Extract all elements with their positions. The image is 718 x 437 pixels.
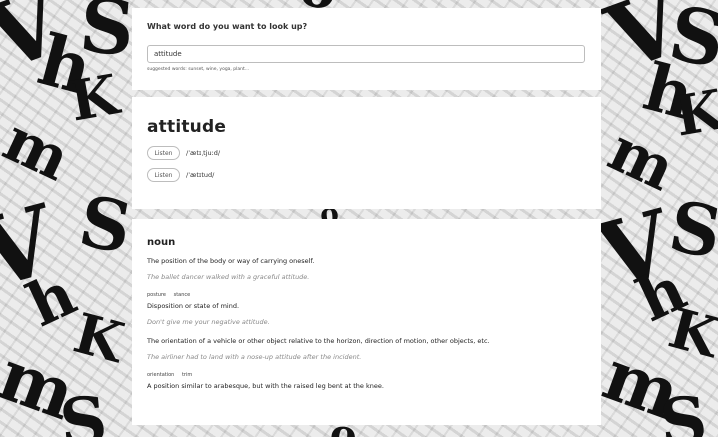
listen-button[interactable]: Listen (147, 168, 180, 182)
synonyms: orientation trim (147, 372, 586, 378)
synonym-link[interactable]: posture (147, 292, 166, 298)
pronunciation-row: Listen /ˈætɪˌtjuːd/ (147, 146, 586, 160)
synonym-link[interactable]: orientation (147, 372, 174, 378)
synonyms: posture stance (147, 292, 586, 298)
definitions-card: noun The position of the body or way of … (132, 219, 601, 425)
suggested-words-list[interactable]: sunset, wine, yoga, plant... (188, 67, 249, 72)
ipa-text: /ˈætɪˌtjuːd/ (186, 149, 221, 157)
listen-button[interactable]: Listen (147, 146, 180, 160)
search-card: What word do you want to look up? sugges… (132, 8, 601, 90)
example-text: Don't give me your negative attitude. (147, 318, 270, 326)
word-title: attitude (147, 117, 227, 137)
suggested-prefix: suggested words: (147, 67, 187, 72)
search-input[interactable] (147, 45, 585, 63)
example-text: The ballet dancer walked with a graceful… (147, 273, 310, 281)
part-of-speech: noun (147, 237, 176, 248)
definition-text: The orientation of a vehicle or other ob… (147, 337, 490, 345)
definition-text: Disposition or state of mind. (147, 302, 240, 310)
synonym-link[interactable]: trim (182, 372, 192, 378)
pronunciation-row: Listen /ˈætɪtud/ (147, 168, 586, 182)
definition-text: A position similar to arabesque, but wit… (147, 382, 384, 390)
suggested-words: suggested words: sunset, wine, yoga, pla… (147, 67, 586, 72)
example-text: The airliner had to land with a nose-up … (147, 353, 362, 361)
synonym-link[interactable]: stance (174, 292, 191, 298)
ipa-text: /ˈætɪtud/ (186, 171, 215, 179)
definition-text: The position of the body or way of carry… (147, 257, 315, 265)
search-label: What word do you want to look up? (147, 22, 308, 31)
word-header-card: attitude Listen /ˈætɪˌtjuːd/ Listen /ˈæt… (132, 97, 601, 209)
